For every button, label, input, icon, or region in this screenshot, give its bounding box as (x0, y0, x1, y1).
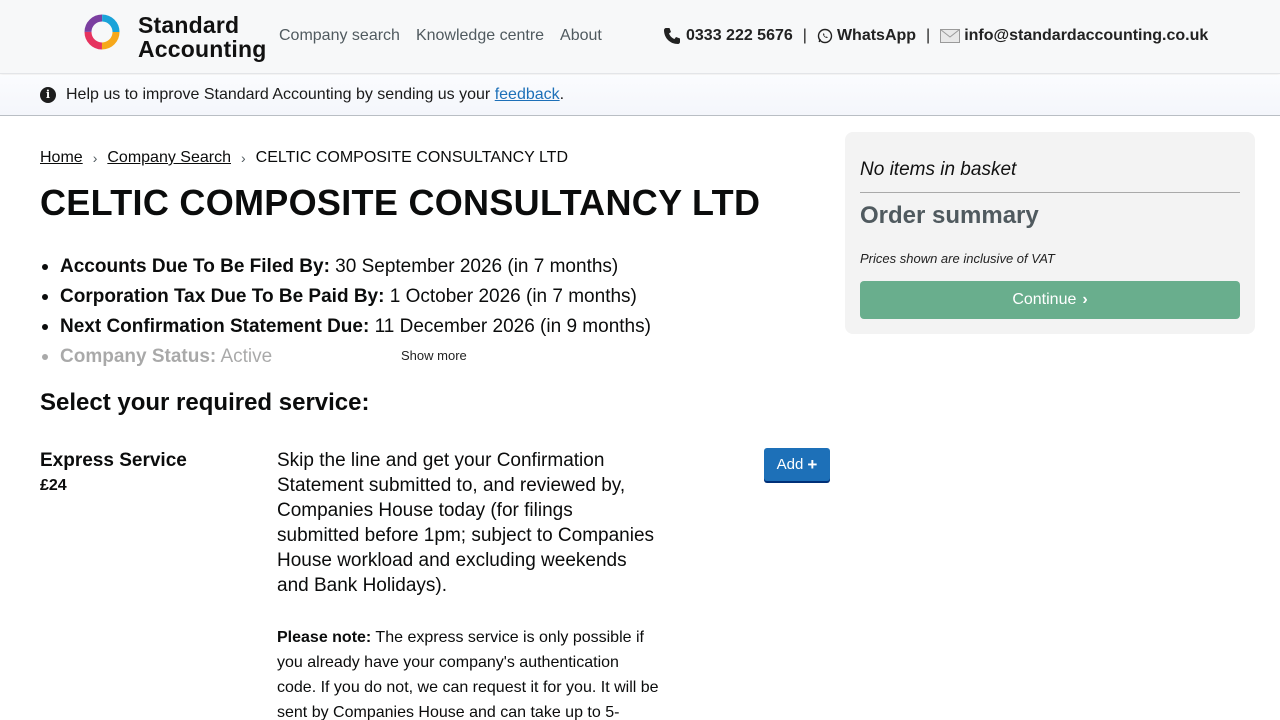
order-summary-title: Order summary (860, 202, 1039, 229)
feedback-text: Help us to improve Standard Accounting b… (66, 86, 495, 103)
nav-about[interactable]: About (560, 27, 602, 45)
email-link[interactable]: info@standardaccounting.co.uk (940, 27, 1208, 45)
brand-name: Standard Accounting (138, 13, 267, 61)
chevron-right-icon: › (1082, 291, 1088, 308)
service-name: Express Service (40, 450, 187, 471)
phone-icon (664, 28, 680, 44)
service-note: Please note: The express service is only… (277, 625, 662, 720)
breadcrumb: Home › Company Search › CELTIC COMPOSITE… (40, 149, 568, 167)
logo[interactable]: Standard Accounting (82, 12, 266, 61)
fact-label: Company Status: (60, 346, 217, 367)
fact-value: 30 September 2026 (in 7 months) (329, 256, 619, 277)
fact-value: 11 December 2026 (in 9 months) (369, 316, 651, 337)
whatsapp-icon (817, 28, 833, 44)
feedback-banner: i Help us to improve Standard Accounting… (0, 75, 1280, 116)
divider (860, 192, 1240, 193)
basket-empty-message: No items in basket (860, 159, 1017, 180)
brand-line-1: Standard (138, 12, 240, 38)
fact-value: 1 October 2026 (in 7 months) (384, 286, 637, 307)
fact-label: Corporation Tax Due To Be Paid By: (60, 286, 385, 307)
fact-accounts-due: Accounts Due To Be Filed By: 30 Septembe… (40, 252, 820, 282)
nav-company-search[interactable]: Company search (279, 27, 400, 45)
order-summary-panel: No items in basket Order summary Prices … (845, 132, 1255, 334)
email-address: info@standardaccounting.co.uk (964, 27, 1209, 44)
separator: | (802, 27, 807, 44)
phone-number: 0333 222 5676 (686, 27, 793, 44)
feedback-link[interactable]: feedback (495, 86, 560, 103)
breadcrumb-home[interactable]: Home (40, 149, 83, 167)
whatsapp-link[interactable]: WhatsApp (817, 27, 916, 45)
section-title: Select your required service: (40, 389, 370, 416)
fact-confirmation-statement-due: Next Confirmation Statement Due: 11 Dece… (40, 312, 820, 342)
brand-line-2: Accounting (138, 36, 267, 62)
main-nav: Company search Knowledge centre About (279, 27, 602, 45)
continue-label: Continue (1012, 291, 1077, 308)
fact-label: Next Confirmation Statement Due: (60, 316, 370, 337)
add-express-service-button[interactable]: Add + (764, 448, 830, 481)
nav-knowledge-centre[interactable]: Knowledge centre (416, 27, 544, 45)
breadcrumb-current: CELTIC COMPOSITE CONSULTANCY LTD (255, 149, 568, 166)
add-label: Add (776, 456, 804, 473)
feedback-message: Help us to improve Standard Accounting b… (66, 86, 564, 104)
service-description: Skip the line and get your Confirmation … (277, 450, 655, 596)
breadcrumb-company-search[interactable]: Company Search (107, 149, 231, 167)
separator: | (926, 27, 931, 44)
page-title: CELTIC COMPOSITE CONSULTANCY LTD (40, 182, 761, 223)
show-more-button[interactable]: Show more (401, 348, 467, 363)
whatsapp-label: WhatsApp (836, 27, 917, 44)
fact-label: Accounts Due To Be Filed By: (60, 256, 330, 277)
fact-corporation-tax-due: Corporation Tax Due To Be Paid By: 1 Oct… (40, 282, 820, 312)
chevron-right-icon: › (240, 150, 246, 166)
site-header: Standard Accounting Company search Knowl… (0, 0, 1280, 74)
service-price: £24 (40, 477, 67, 494)
note-label: Please note: (277, 629, 372, 646)
logo-icon (84, 14, 120, 50)
envelope-icon (940, 29, 961, 43)
plus-icon: + (807, 454, 818, 474)
vat-note: Prices shown are inclusive of VAT (860, 251, 1055, 266)
continue-button[interactable]: Continue › (860, 281, 1240, 319)
info-icon: i (40, 87, 56, 103)
contact-bar: 0333 222 5676 | WhatsApp | info@standard… (662, 26, 1208, 46)
chevron-right-icon: › (92, 150, 98, 166)
phone-link[interactable]: 0333 222 5676 (662, 26, 793, 46)
fact-value: Active (216, 346, 273, 367)
feedback-tail: . (559, 86, 565, 103)
